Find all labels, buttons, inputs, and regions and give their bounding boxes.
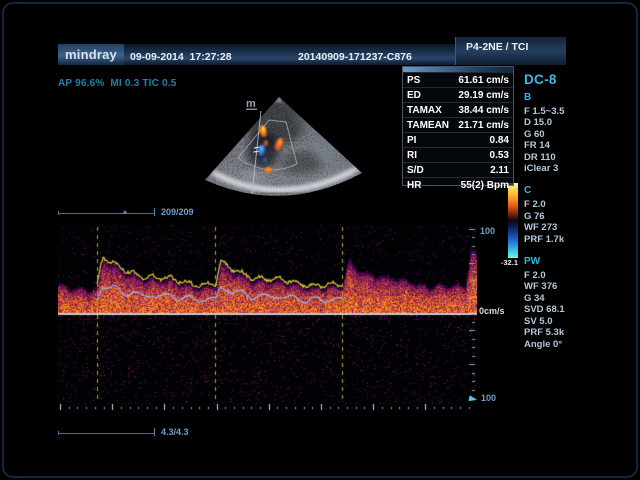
probe-mode: P4-2NE / TCI — [466, 41, 528, 53]
top-menu-bar: mindray 09-09-2014 17:27:28 20140909-171… — [58, 44, 565, 65]
probe-panel: P4-2NE / TCI — [455, 37, 566, 65]
param-item: WF 376 — [524, 281, 636, 292]
sweep-position-handle[interactable] — [154, 428, 155, 436]
pw-spectrum-canvas — [58, 225, 477, 411]
param-item: D 15.0 — [524, 117, 636, 128]
meas-value: 21.71 cm/s — [458, 120, 509, 131]
meas-label: HR — [407, 180, 421, 191]
velocity-axis-baseline: 0cm/s — [479, 306, 505, 316]
measurement-row: PS 61.61 cm/s — [403, 72, 513, 87]
sweep-time-count: 4.3/4.3 — [161, 427, 189, 437]
param-item: SVD 68.1 — [524, 304, 636, 315]
meas-label: TAMEAN — [407, 120, 449, 131]
cine-position-handle[interactable] — [154, 208, 155, 216]
measurement-row: TAMAX 38.44 cm/s — [403, 102, 513, 117]
parameter-sidebar: DC-8 B F 1.5~3.5 D 15.0 G 60 FR 14 DR 11… — [524, 72, 636, 361]
meas-label: PI — [407, 135, 416, 146]
velocity-axis-bottom: 100 — [481, 393, 496, 403]
param-item: iClear 3 — [524, 163, 636, 174]
datetime: 09-09-2014 17:27:28 — [130, 51, 232, 63]
exam-id: 20140909-171237-C876 — [298, 51, 412, 63]
measurement-row: HR 55(2) Bpm — [403, 177, 513, 192]
cine-track[interactable] — [58, 213, 155, 214]
param-item: PRF 1.7k — [524, 234, 636, 245]
param-item: PRF 5.3k — [524, 327, 636, 338]
meas-value: 55(2) Bpm — [461, 180, 509, 191]
param-item: F 2.0 — [524, 270, 636, 281]
param-item: SV 5.0 — [524, 316, 636, 327]
acoustic-output-readout: AP 96.6% MI 0.3 TIC 0.5 — [58, 78, 177, 89]
bmode-sector-image: m — [185, 88, 410, 210]
meas-label: TAMAX — [407, 105, 442, 116]
svg-text:m: m — [246, 98, 256, 110]
meas-label: RI — [407, 150, 417, 161]
meas-label: S/D — [407, 165, 424, 176]
orientation-marker: m — [246, 98, 257, 110]
color-scale-value: -32.1 — [492, 258, 518, 267]
cine-progress-bar[interactable]: 209/209 — [58, 207, 268, 221]
measurement-row: ED 29.19 cm/s — [403, 87, 513, 102]
meas-value: 2.11 — [490, 165, 509, 176]
meas-value: 0.84 — [490, 135, 509, 146]
meas-label: PS — [407, 75, 420, 86]
brand-panel: mindray — [58, 44, 124, 65]
system-model: DC-8 — [524, 72, 636, 87]
param-item: G 34 — [524, 293, 636, 304]
mindray-logo: mindray — [65, 47, 117, 62]
meas-value: 29.19 cm/s — [458, 90, 509, 101]
meas-value: 38.44 cm/s — [458, 105, 509, 116]
meas-label: ED — [407, 90, 421, 101]
color-velocity-scale — [508, 183, 518, 258]
cine-loop-marker[interactable] — [122, 210, 128, 214]
param-item: F 1.5~3.5 — [524, 106, 636, 117]
measurement-results-window: PS 61.61 cm/s ED 29.19 cm/s TAMAX 38.44 cm/… — [402, 66, 514, 186]
param-item: FR 14 — [524, 140, 636, 151]
sweep-progress-bar[interactable]: 4.3/4.3 — [58, 427, 268, 441]
bmode-param-group: B F 1.5~3.5 D 15.0 G 60 FR 14 DR 110 iCl… — [524, 92, 636, 174]
measurement-row: RI 0.53 — [403, 147, 513, 162]
param-item: G 60 — [524, 129, 636, 140]
group-header-pw: PW — [524, 256, 636, 268]
param-item: DR 110 — [524, 152, 636, 163]
param-item: G 76 — [524, 211, 636, 222]
pw-param-group: PW F 2.0 WF 376 G 34 SVD 68.1 SV 5.0 PRF… — [524, 256, 636, 350]
color-param-group: C F 2.0 G 76 WF 273 PRF 1.7k — [524, 185, 636, 245]
meas-value: 61.61 cm/s — [458, 75, 509, 86]
velocity-axis-top: 100 — [480, 226, 495, 236]
meas-value: 0.53 — [490, 150, 509, 161]
sweep-track[interactable] — [58, 433, 155, 434]
group-header-b: B — [524, 92, 636, 104]
param-item: WF 273 — [524, 222, 636, 233]
measurement-row: PI 0.84 — [403, 132, 513, 147]
cine-frame-count: 209/209 — [161, 207, 194, 217]
param-item: Angle 0° — [524, 339, 636, 350]
param-item: F 2.0 — [524, 199, 636, 210]
group-header-c: C — [524, 185, 636, 197]
measurement-row: S/D 2.11 — [403, 162, 513, 177]
measurement-row: TAMEAN 21.71 cm/s — [403, 117, 513, 132]
